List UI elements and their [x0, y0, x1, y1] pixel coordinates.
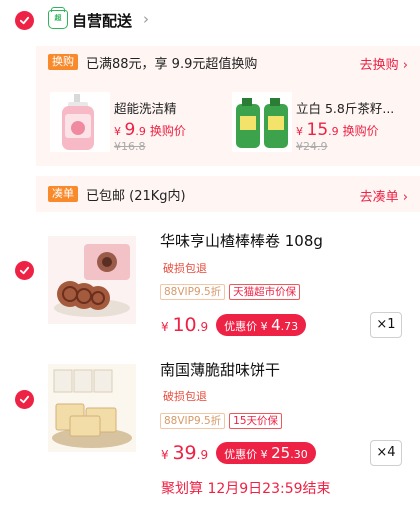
store-name[interactable]: 自营配送	[72, 10, 132, 31]
item-title[interactable]: 南国薄脆甜味饼干	[160, 359, 280, 380]
price-int: 9	[124, 120, 136, 140]
exchange-gift-1[interactable]: 超能洗洁精 ¥ 9.9 换购价 ¥16.8	[50, 92, 230, 158]
shipping-promo-line: 凑单 已包邮 (21Kg内)	[48, 182, 408, 206]
exchange-price-label: 换购价	[342, 124, 379, 138]
discount-dec: .30	[290, 448, 308, 461]
price-dec: .9	[135, 125, 146, 138]
discount-int: 25	[271, 444, 291, 462]
discount-label: 优惠价	[224, 448, 258, 461]
go-exchange-link[interactable]: 去换购 ›	[360, 54, 408, 73]
price-int: 10	[172, 314, 197, 336]
chevron-right-icon: ›	[402, 190, 408, 205]
go-add-on-label: 去凑单	[359, 190, 399, 205]
gift-price: ¥ 9.9 换购价	[114, 120, 186, 140]
price-dec: .9	[328, 125, 339, 138]
exchange-price-label: 换购价	[149, 124, 186, 138]
item-price-row: ¥ 10.9 优惠价 ¥ 4.73	[161, 314, 307, 336]
exchange-gift-2[interactable]: 立白 5.8斤茶籽... ¥ 15.9 换购价 ¥24.9	[232, 92, 418, 158]
gift-original-price: ¥24.9	[296, 140, 328, 153]
currency: ¥	[161, 448, 169, 462]
return-note: 破损包退	[163, 262, 207, 275]
cart-store-card: 超 自营配送 › 换购 已满88元，享 9.9元超值换购 去换购 › 超能洗洁精…	[0, 0, 420, 513]
currency: ¥	[296, 125, 303, 138]
return-note: 破损包退	[163, 390, 207, 403]
currency: ¥	[260, 320, 268, 333]
exchange-tag: 换购	[48, 54, 78, 70]
item-price: ¥ 39.9	[161, 442, 208, 464]
exchange-promo-text: 已满88元，享 9.9元超值换购	[86, 56, 258, 72]
detergent-bottles-image	[232, 92, 292, 152]
price-dec: .9	[196, 320, 209, 334]
go-add-on-link[interactable]: 去凑单 ›	[360, 186, 408, 205]
discount-int: 4	[271, 316, 281, 334]
add-on-tag: 凑单	[48, 186, 78, 202]
chevron-right-icon[interactable]: ›	[143, 10, 149, 28]
discount-price-pill: 优惠价 ¥ 25.30	[216, 442, 316, 464]
store-header: 超 自营配送 ›	[0, 0, 420, 42]
dish-soap-bottle-image	[50, 92, 110, 152]
store-select-checkbox[interactable]	[15, 11, 34, 30]
hawthorn-roll-product-image[interactable]	[48, 236, 136, 324]
price-int: 15	[306, 120, 329, 140]
item-price-row: ¥ 39.9 优惠价 ¥ 25.30	[161, 442, 316, 464]
exchange-promo-line: 换购 已满88元，享 9.9元超值换购	[48, 50, 408, 74]
item-badges: 88VIP9.5折 天猫超市价保	[160, 284, 301, 300]
checkmark-icon	[19, 266, 30, 275]
price-dec: .9	[196, 448, 209, 462]
checkmark-icon	[19, 395, 30, 404]
gift-name: 立白 5.8斤茶籽...	[296, 101, 395, 116]
shipping-promo-text: 已包邮 (21Kg内)	[86, 188, 186, 204]
currency: ¥	[114, 125, 121, 138]
currency: ¥	[260, 448, 268, 461]
quantity-selector[interactable]: ×1	[370, 312, 402, 338]
crispy-biscuit-product-image[interactable]	[48, 364, 136, 452]
price-int: 39	[172, 442, 197, 464]
item-select-checkbox[interactable]	[15, 261, 34, 280]
price-protection-badge: 天猫超市价保	[229, 284, 301, 300]
tmall-supermarket-store-icon: 超	[48, 7, 68, 29]
item-badges: 88VIP9.5折 15天价保	[160, 413, 283, 429]
currency: ¥	[161, 320, 169, 334]
gift-name: 超能洗洁精	[114, 101, 177, 116]
vip-discount-badge: 88VIP9.5折	[160, 284, 226, 300]
price-protection-badge: 15天价保	[229, 413, 283, 429]
checkmark-icon	[19, 16, 30, 25]
quantity-selector[interactable]: ×4	[370, 440, 402, 466]
item-select-checkbox[interactable]	[15, 390, 34, 409]
item-title[interactable]: 华味亨山楂棒棒卷 108g	[160, 230, 323, 251]
vip-discount-badge: 88VIP9.5折	[160, 413, 226, 429]
discount-label: 优惠价	[224, 320, 258, 333]
chevron-right-icon: ›	[402, 58, 408, 73]
item-price: ¥ 10.9	[161, 314, 208, 336]
discount-dec: .73	[280, 320, 299, 333]
gift-original-price: ¥16.8	[114, 140, 146, 153]
gift-price: ¥ 15.9 换购价	[296, 120, 379, 140]
shipping-promo-section: 凑单 已包邮 (21Kg内) 去凑单 ›	[36, 176, 420, 212]
flash-sale-deadline: 聚划算 12月9日23:59结束	[161, 481, 331, 497]
discount-price-pill: 优惠价 ¥ 4.73	[216, 314, 307, 336]
go-exchange-label: 去换购	[359, 58, 399, 73]
